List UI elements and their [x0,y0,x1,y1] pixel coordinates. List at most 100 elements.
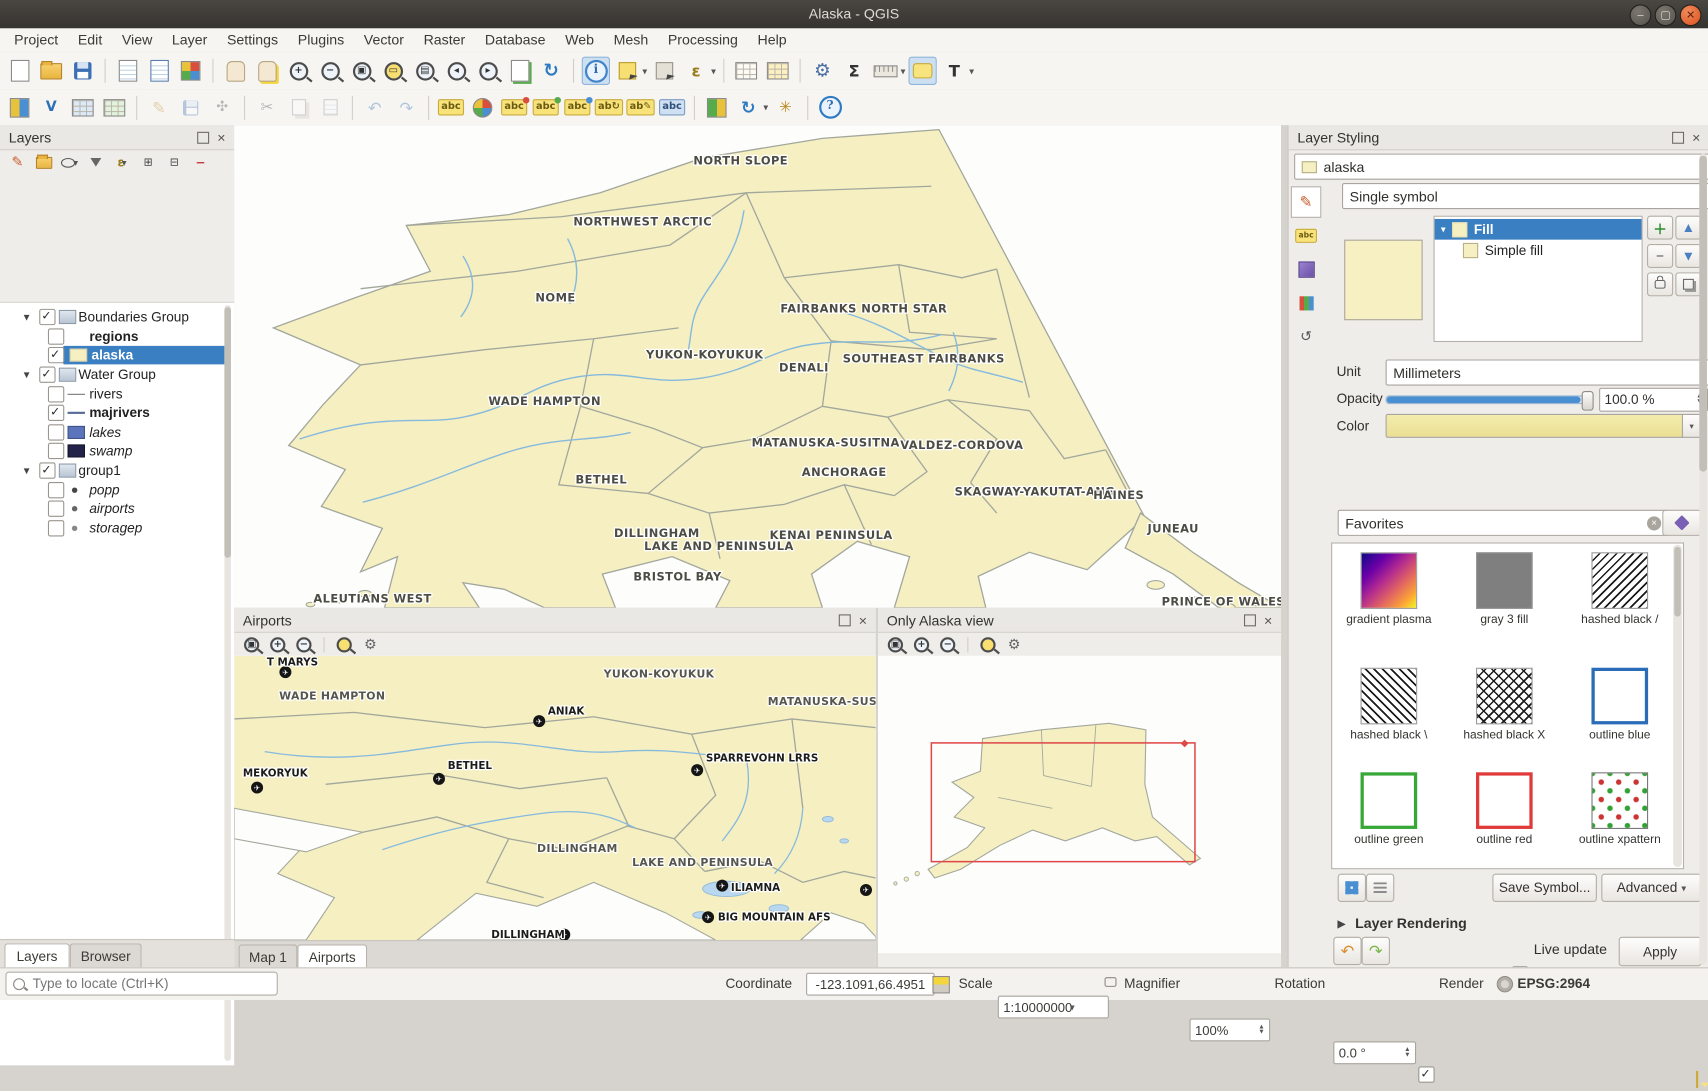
zoom-out-icon[interactable]: − [316,57,344,85]
text-annotation-icon[interactable]: T [940,57,968,85]
new-project-icon[interactable] [5,57,33,85]
tab-browser[interactable]: Browser [70,943,142,968]
symbol-hashed-black-fwd[interactable]: hashed black / [1565,552,1674,627]
maximize-button[interactable]: ▢ [1655,4,1677,26]
data-source-manager-icon[interactable] [5,93,33,121]
zoom-in-icon[interactable]: + [284,57,312,85]
layer-checkbox-rivers[interactable] [48,386,64,402]
locate-input[interactable] [31,975,253,992]
render-checkbox[interactable] [1418,1066,1434,1082]
filter-expression-icon[interactable]: ε▾ [111,153,133,173]
style-history-dropdown[interactable]: ▾ [764,102,768,112]
menu-layer[interactable]: Layer [162,28,217,52]
clear-filter-icon[interactable]: × [1647,516,1661,530]
add-mesh-layer-icon[interactable] [100,93,128,121]
layer-checkbox-storagep[interactable] [48,520,64,536]
menu-vector[interactable]: Vector [354,28,414,52]
float-dock-icon[interactable] [839,614,851,626]
tab-labels[interactable]: abc [1291,220,1322,252]
view-settings-icon[interactable]: ⚙ [359,635,381,655]
pan-to-selection-icon[interactable] [253,57,281,85]
menu-edit[interactable]: Edit [68,28,112,52]
styling-scrollbar[interactable] [1699,154,1707,966]
layer-rendering-expander[interactable]: ▶ [1338,918,1346,930]
layer-checkbox-water-group[interactable] [39,366,55,382]
locate-bar[interactable] [5,972,277,996]
style-tags-button[interactable] [1662,510,1701,536]
opacity-spinbox[interactable]: 100.0 % ▲▼ [1599,388,1708,412]
gallery-scrollbar[interactable] [1673,545,1682,867]
field-calculator-icon[interactable] [764,57,792,85]
highlight-labels-icon[interactable]: abc [532,93,560,121]
tab-3d[interactable] [1291,254,1322,286]
measure-icon[interactable] [871,57,899,85]
layer-checkbox-boundaries-group[interactable] [39,308,55,324]
pan-map-icon[interactable] [221,57,249,85]
layer-row-regions[interactable]: regions [0,327,234,346]
apply-button[interactable]: Apply [1619,937,1702,966]
label-properties-icon[interactable]: abc [658,93,686,121]
slider-handle[interactable] [1582,391,1594,411]
float-panel-icon[interactable] [198,131,210,143]
unit-combo[interactable]: Millimeters ▾ [1386,359,1708,385]
select-features-icon[interactable] [613,57,641,85]
layer-row-airports[interactable]: airports [0,499,234,518]
deselect-features-icon[interactable] [650,57,678,85]
expander-icon[interactable]: ▼ [22,465,32,476]
menu-processing[interactable]: Processing [658,28,748,52]
symbol-filter-box[interactable]: Favorites × [1338,510,1669,536]
undo-icon[interactable]: ↶ [361,93,389,121]
float-panel-icon[interactable] [1673,131,1685,143]
styling-undo-button[interactable]: ↶ [1333,937,1361,965]
symbol-hashed-black-x[interactable]: hashed black X [1450,668,1559,743]
close-panel-icon[interactable]: × [217,132,225,142]
symbol-outline-red[interactable]: outline red [1450,772,1559,847]
symbol-hashed-black-back[interactable]: hashed black \ [1334,668,1443,743]
layer-row-majrivers[interactable]: majrivers [0,403,234,422]
move-down-button[interactable]: ▼ [1675,244,1701,268]
attribute-table-icon[interactable] [732,57,760,85]
tab-diagrams[interactable] [1291,288,1322,320]
remove-layer-icon[interactable]: − [190,153,212,173]
color-button[interactable] [1386,414,1684,438]
processing-toolbox-icon[interactable]: ⚙ [808,57,836,85]
layer-checkbox-alaska[interactable] [48,346,64,362]
lock-scale-icon[interactable] [1105,977,1117,987]
remove-symbol-layer-button[interactable]: − [1647,244,1673,268]
copy-style-icon[interactable] [703,93,731,121]
close-dock-icon[interactable]: × [859,615,867,625]
add-symbol-layer-button[interactable]: ＋ [1647,216,1673,240]
menu-database[interactable]: Database [475,28,555,52]
refresh-icon[interactable]: ↻ [537,57,565,85]
float-dock-icon[interactable] [1244,614,1256,626]
filter-legend-icon[interactable] [85,153,107,173]
expander-icon[interactable]: ▼ [22,369,32,380]
save-edits-icon[interactable] [176,93,204,121]
tab-map-1[interactable]: Map 1 [239,944,298,969]
title-bar[interactable]: Alaska - QGIS – ▢ ✕ [0,0,1708,29]
zoom-full-icon[interactable]: ▣ [241,635,263,655]
zoom-to-layer-icon[interactable]: ▤ [411,57,439,85]
new-print-layout-icon[interactable] [113,57,141,85]
layer-row-swamp[interactable]: swamp [0,441,234,460]
open-project-icon[interactable] [37,57,65,85]
layer-row-alaska[interactable]: alaska [0,345,234,364]
icon-view-button[interactable] [1338,874,1366,902]
select-expression-dropdown[interactable]: ▾ [711,66,715,76]
renderer-combo[interactable]: Single symbol ▾ [1342,183,1708,209]
layer-row-lakes[interactable]: lakes [0,423,234,442]
rotate-label-icon[interactable]: ab↻ [595,93,623,121]
zoom-to-selection-icon[interactable] [977,635,999,655]
symbol-node-simple-fill[interactable]: Simple fill [1435,240,1642,261]
advanced-button[interactable]: Advanced▾ [1601,874,1701,902]
scale-combo[interactable]: 1:10000000 ▾ [998,996,1109,1019]
rotation-spinbox[interactable]: 0.0 ° ▲▼ [1333,1041,1416,1064]
select-features-dropdown[interactable]: ▾ [643,66,647,76]
layer-row-group1[interactable]: ▼ group1 [0,461,234,480]
change-label-icon[interactable]: ab✎ [626,93,654,121]
zoom-to-selection-icon[interactable]: ▭ [379,57,407,85]
menu-plugins[interactable]: Plugins [288,28,354,52]
expander-icon[interactable]: ▼ [22,311,32,322]
close-button[interactable]: ✕ [1680,4,1702,26]
styling-layer-selector[interactable]: alaska ▾ [1294,154,1708,180]
